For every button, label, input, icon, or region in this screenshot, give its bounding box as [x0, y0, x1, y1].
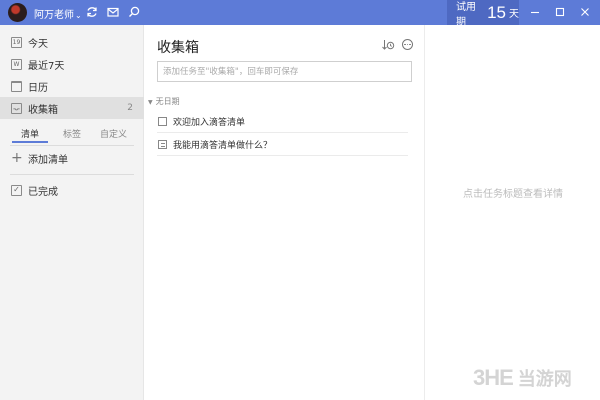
sidebar-item-today[interactable]: 19 今天	[0, 31, 144, 53]
sidebar-item-calendar[interactable]: 日历	[0, 75, 144, 97]
active-tab-indicator	[12, 141, 48, 143]
completed-check-icon: ✓	[11, 184, 22, 196]
divider	[10, 174, 134, 175]
watermark-logo: 3HE	[473, 365, 514, 390]
maximize-button[interactable]	[553, 5, 567, 19]
username-label: 阿万老师	[34, 10, 74, 21]
today-icon: 19	[11, 36, 22, 48]
inbox-icon	[11, 102, 22, 114]
mail-icon[interactable]	[106, 5, 120, 19]
page-title: 收集箱	[157, 40, 199, 56]
add-list-button[interactable]: + 添加清单	[0, 147, 144, 169]
task-title[interactable]: 欢迎加入滴答清单	[173, 115, 245, 128]
trial-days: 15	[487, 2, 506, 22]
watermark-text: 当游网	[517, 369, 572, 390]
more-options-icon[interactable]	[402, 39, 413, 50]
username-menu[interactable]: 阿万老师⌄	[34, 6, 82, 21]
plus-icon: +	[11, 150, 23, 166]
sort-icon[interactable]	[381, 38, 395, 52]
calendar-icon	[11, 80, 22, 92]
tab-lists[interactable]: 清单	[21, 127, 39, 140]
sidebar: 19 今天 W 最近7天 日历 收集箱 2 清单 标签 自定义 + 添加清单 ✓…	[0, 25, 144, 400]
task-title[interactable]: 我能用滴答清单做什么？	[173, 138, 272, 151]
title-bar: 阿万老师⌄ 试用期 15 天	[0, 0, 600, 28]
add-list-label: 添加清单	[28, 154, 68, 166]
minimize-button[interactable]	[528, 5, 542, 19]
detail-placeholder-text: 点击任务标题查看详情	[463, 189, 563, 200]
sidebar-item-inbox[interactable]: 收集箱 2	[0, 97, 144, 119]
task-list-panel: 收集箱 ▼无日期 欢迎加入滴答清单 我能用滴答清单做什么？	[145, 25, 424, 400]
avatar[interactable]	[8, 3, 27, 22]
sidebar-item-label: 最近7天	[28, 60, 65, 72]
week-icon: W	[11, 58, 22, 70]
section-header-no-date[interactable]: ▼ 无日期	[148, 96, 180, 107]
sync-icon[interactable]	[85, 5, 99, 19]
close-button[interactable]	[578, 5, 592, 19]
section-label: 无日期	[155, 97, 180, 106]
sidebar-item-label: 收集箱	[28, 104, 58, 116]
list-item[interactable]: 欢迎加入滴答清单	[157, 111, 408, 133]
checkbox-icon[interactable]	[158, 117, 167, 126]
sidebar-tabs: 清单 标签 自定义	[0, 124, 144, 146]
collapse-caret-icon: ▼	[148, 99, 153, 106]
sidebar-item-label: 日历	[28, 82, 48, 94]
add-task-input[interactable]	[157, 61, 412, 82]
note-icon[interactable]	[158, 140, 167, 149]
task-detail-panel: 点击任务标题查看详情	[424, 25, 600, 400]
trial-unit: 天	[509, 9, 519, 20]
watermark: 3HE 当游网	[473, 364, 595, 392]
tab-custom[interactable]: 自定义	[100, 127, 127, 140]
list-item[interactable]: 我能用滴答清单做什么？	[157, 134, 408, 156]
sidebar-item-label: 今天	[28, 38, 48, 50]
inbox-count-badge: 2	[127, 103, 133, 113]
sidebar-item-label: 已完成	[28, 186, 58, 198]
sidebar-item-week[interactable]: W 最近7天	[0, 53, 144, 75]
divider	[10, 145, 134, 146]
chevron-down-icon: ⌄	[75, 11, 82, 20]
sidebar-item-completed[interactable]: ✓ 已完成	[0, 179, 144, 201]
trial-label: 试用期	[456, 1, 476, 28]
trial-badge[interactable]: 试用期 15 天	[447, 0, 519, 28]
search-icon[interactable]	[127, 5, 141, 19]
tab-tags[interactable]: 标签	[63, 127, 81, 140]
